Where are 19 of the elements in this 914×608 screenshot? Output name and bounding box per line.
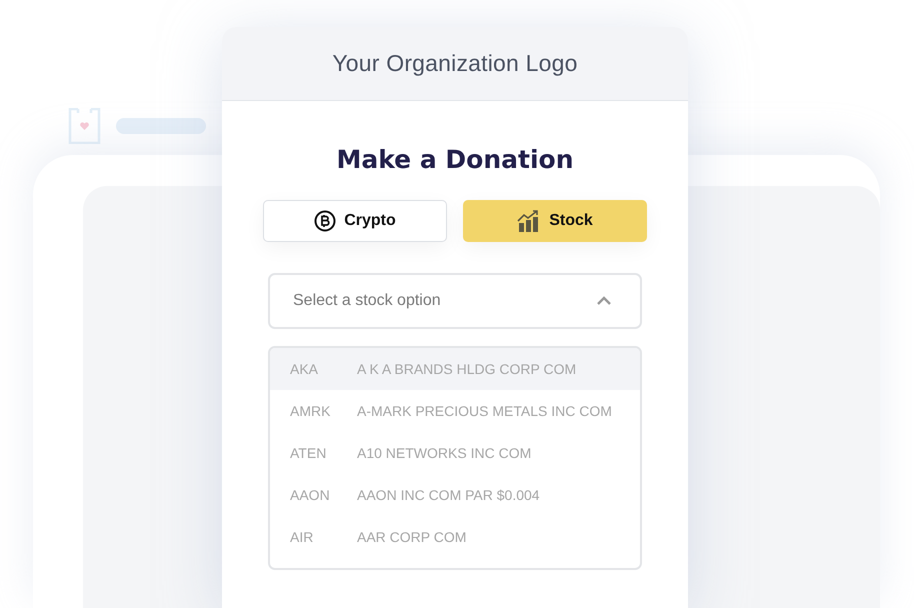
stock-symbol: AIR <box>290 529 314 545</box>
donation-type-tab[interactable]: Crypto <box>263 200 447 242</box>
stock-symbol: AKA <box>290 361 320 377</box>
chevron-up-icon <box>596 296 612 306</box>
donation-heading: Make a Donation <box>336 145 574 174</box>
organization-logo-text: Your Organization Logo <box>332 50 578 77</box>
heart-document-icon <box>68 108 101 144</box>
stock-option[interactable]: AKA A K A BRANDS HLDG CORP COM <box>270 348 640 390</box>
donation-type-tab[interactable]: Stock <box>463 200 647 242</box>
stock-name: A-MARK PRECIOUS METALS INC COM <box>357 403 612 419</box>
stock-symbol: AMRK <box>290 403 332 419</box>
stock-name: A10 NETWORKS INC COM <box>357 445 532 461</box>
stock-name: AAON INC COM PAR $0.004 <box>357 487 540 503</box>
stock-select[interactable]: Select a stock option <box>268 273 642 329</box>
stock-name: A K A BRANDS HLDG CORP COM <box>357 361 576 377</box>
stock-symbol: ATEN <box>290 445 328 461</box>
bitcoin-icon <box>314 210 336 232</box>
stock-name: AAR CORP COM <box>357 529 466 545</box>
stock-symbol: AAON <box>290 487 331 503</box>
